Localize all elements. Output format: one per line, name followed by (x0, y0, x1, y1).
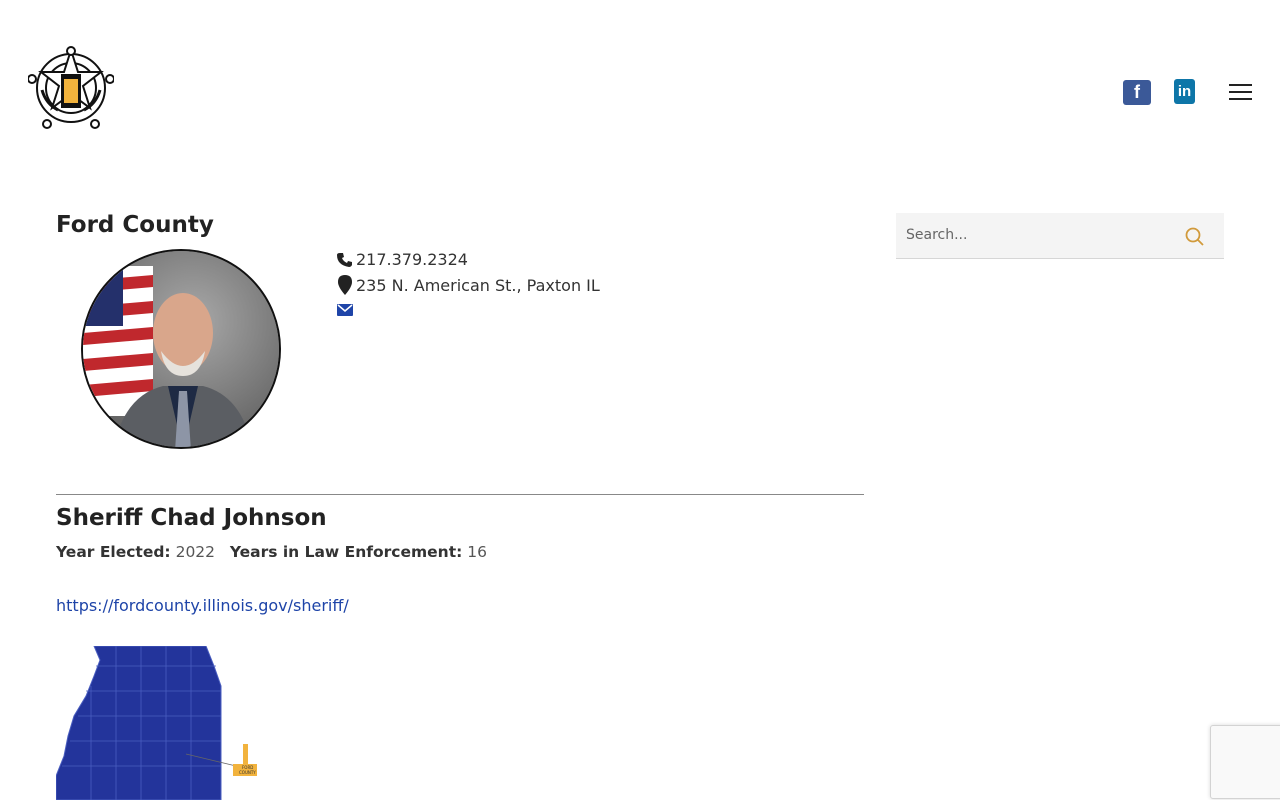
address-text: 235 N. American St., Paxton IL (356, 275, 600, 295)
envelope-icon[interactable] (337, 304, 353, 316)
illinois-county-map: FORD COUNTY (55, 645, 266, 800)
sheriff-stats: Year Elected: 2022 Years in Law Enforcem… (56, 543, 487, 561)
year-elected-value: 2022 (175, 543, 216, 561)
email-link[interactable] (337, 304, 356, 316)
address-contact: 235 N. American St., Paxton IL (337, 275, 600, 295)
phone-number: 217.379.2324 (356, 250, 468, 269)
year-elected-label: Year Elected: (56, 543, 171, 561)
sheriff-name: Sheriff Chad Johnson (56, 505, 327, 531)
menu-icon[interactable] (1229, 84, 1252, 100)
logo[interactable] (27, 46, 115, 130)
sheriff-website-link[interactable]: https://fordcounty.illinois.gov/sheriff/ (56, 596, 349, 615)
years-enforcement-value: 16 (467, 543, 487, 561)
map-label-line2: COUNTY (239, 770, 256, 775)
sheriff-photo (81, 249, 281, 449)
search-box (896, 213, 1224, 259)
search-input[interactable] (896, 213, 1176, 257)
divider (56, 494, 864, 495)
phone-contact[interactable]: 217.379.2324 (337, 250, 468, 269)
facebook-icon[interactable]: f (1123, 80, 1151, 105)
phone-icon (337, 252, 352, 267)
linkedin-icon[interactable]: in (1174, 79, 1195, 104)
search-icon[interactable] (1185, 227, 1205, 247)
county-title: Ford County (56, 212, 214, 238)
map-pin-icon (338, 275, 352, 295)
years-enforcement-label: Years in Law Enforcement: (229, 543, 463, 561)
recaptcha-badge[interactable] (1210, 725, 1280, 799)
